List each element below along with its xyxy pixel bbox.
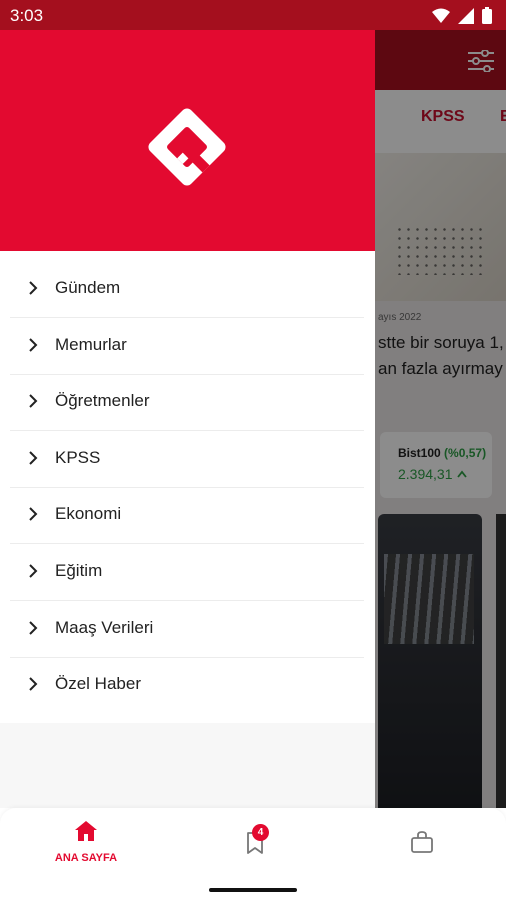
menu-item-label: Özel Haber <box>55 674 141 693</box>
battery-icon <box>482 7 492 24</box>
chevron-right-icon <box>29 564 38 578</box>
menu-item-egitim[interactable]: Eğitim <box>10 544 364 601</box>
drawer-scrim[interactable] <box>375 30 506 808</box>
chevron-right-icon <box>29 281 38 295</box>
home-icon <box>75 821 97 841</box>
chevron-right-icon <box>29 451 38 465</box>
bag-icon <box>411 831 433 853</box>
menu-item-kpss[interactable]: KPSS <box>10 431 364 488</box>
wifi-icon <box>432 8 450 23</box>
status-bar: 3:03 <box>0 0 506 30</box>
menu-item-label: KPSS <box>55 448 101 467</box>
nav-saved-button[interactable]: 4 <box>240 824 270 858</box>
chevron-right-icon <box>29 621 38 635</box>
menu-item-gundem[interactable]: Gündem <box>10 261 364 318</box>
menu-item-ogretmenler[interactable]: Öğretmenler <box>10 374 364 431</box>
gesture-handle[interactable] <box>209 888 297 892</box>
menu-item-ekonomi[interactable]: Ekonomi <box>10 487 364 544</box>
menu-item-label: Öğretmenler <box>55 391 150 410</box>
app-logo-icon <box>148 108 226 186</box>
chevron-right-icon <box>29 338 38 352</box>
nav-home-button[interactable]: ANA SAYFA <box>40 820 132 870</box>
gesture-area <box>0 880 506 900</box>
chevron-right-icon <box>29 507 38 521</box>
menu-item-label: Maaş Verileri <box>55 618 154 637</box>
chevron-right-icon <box>29 677 38 691</box>
menu-item-label: Eğitim <box>55 561 103 580</box>
chevron-right-icon <box>29 394 38 408</box>
saved-count-badge: 4 <box>252 824 269 841</box>
drawer-menu: Gündem Memurlar Öğretmenler KPSS Ekonomi… <box>0 251 375 723</box>
bottom-navigation: ANA SAYFA 4 <box>0 808 506 880</box>
nav-home-label: ANA SAYFA <box>54 852 118 864</box>
drawer-header <box>0 30 375 251</box>
menu-item-maas-verileri[interactable]: Maaş Verileri <box>10 601 364 658</box>
menu-item-memurlar[interactable]: Memurlar <box>10 318 364 375</box>
menu-item-label: Ekonomi <box>55 504 122 523</box>
menu-item-ozel-haber[interactable]: Özel Haber <box>10 657 364 713</box>
menu-item-label: Gündem <box>55 278 121 297</box>
navigation-drawer: Gündem Memurlar Öğretmenler KPSS Ekonomi… <box>0 30 375 808</box>
status-time: 3:03 <box>10 6 44 25</box>
signal-icon <box>458 7 474 24</box>
nav-bag-button[interactable] <box>410 830 436 856</box>
menu-item-label: Memurlar <box>55 335 127 354</box>
